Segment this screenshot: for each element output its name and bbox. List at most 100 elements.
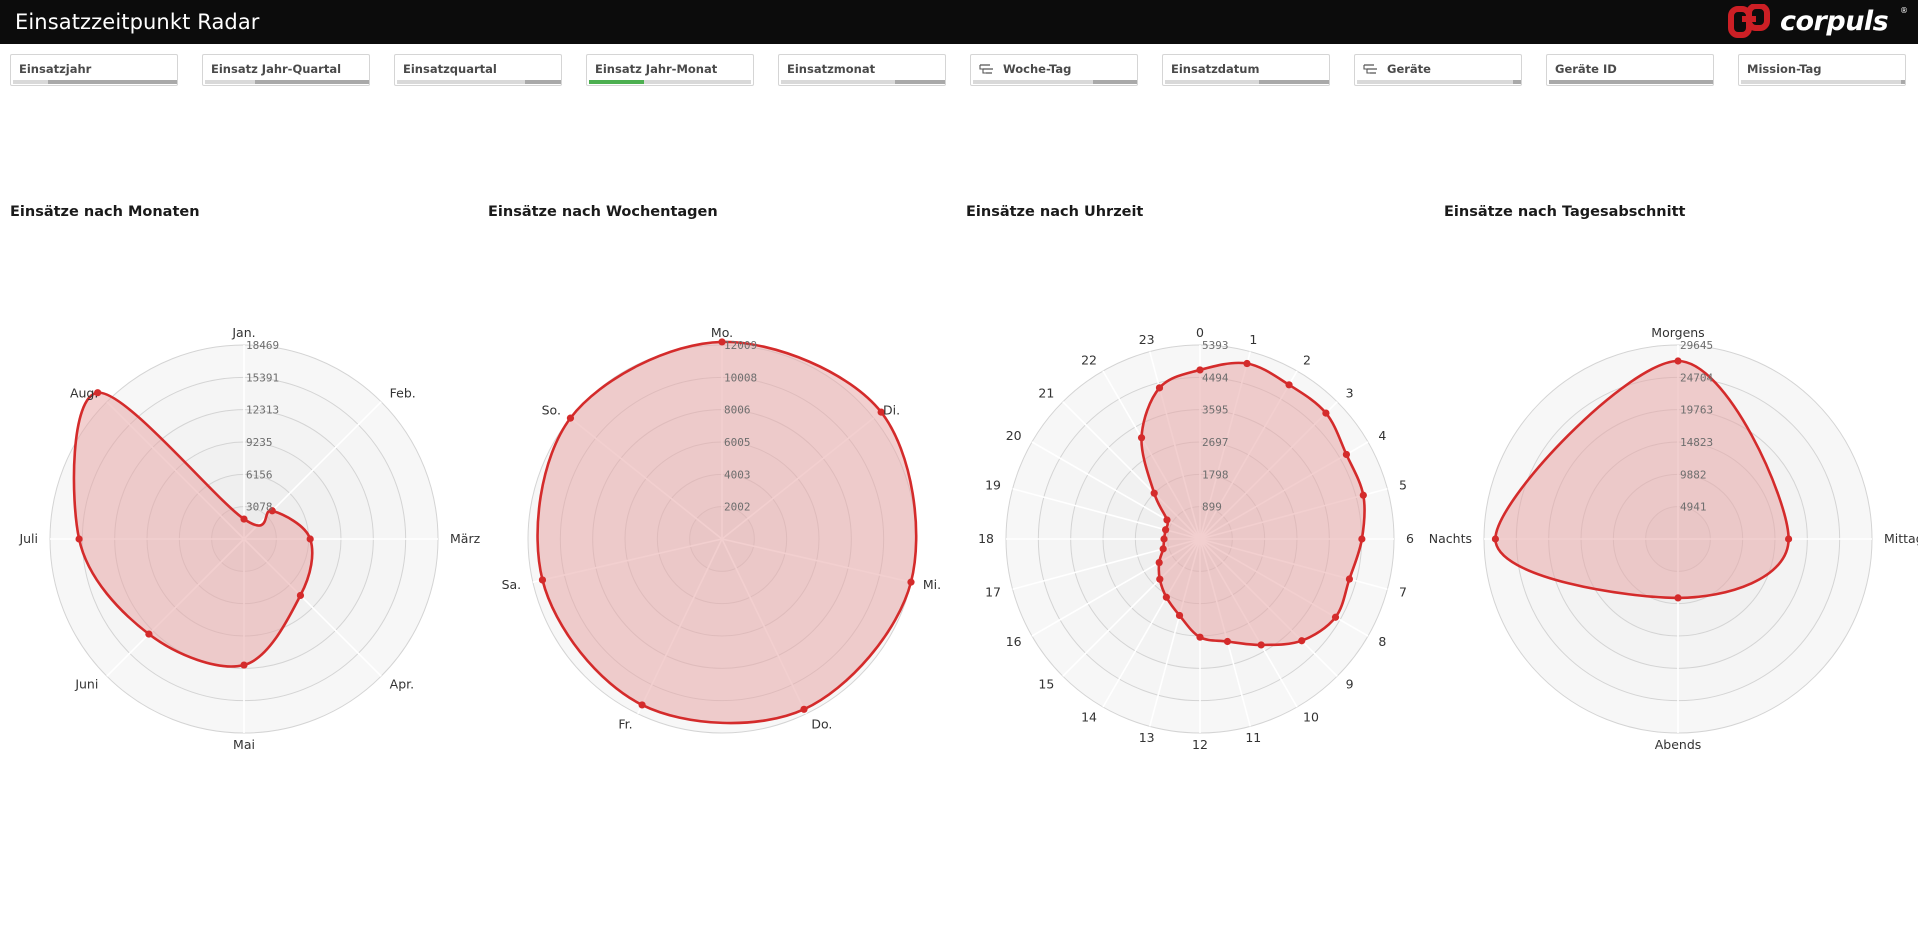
tick-label: 4494 [1202, 371, 1229, 384]
data-point [296, 591, 305, 600]
data-point [1331, 613, 1340, 621]
data-point [538, 576, 547, 584]
tick-label: 9882 [1680, 468, 1707, 481]
tick-label: 24704 [1680, 371, 1713, 384]
data-point [800, 705, 808, 713]
radar-chart-tagesabschnitt[interactable]: 4941 9882 14823 19763 24704 29645 Morgens Mitta… [1429, 195, 1918, 795]
filter-label: Einsatz Jahr-Quartal [211, 62, 342, 76]
filter-einsatzjahr[interactable]: Einsatzjahr [10, 54, 178, 86]
axis-label: 16 [1006, 634, 1022, 649]
data-point [240, 515, 248, 523]
chart-title-wochentage: Einsätze nach Wochentagen [488, 204, 718, 220]
tick-label: 14823 [1680, 436, 1713, 449]
chart-title-tagesabschnitt: Einsätze nach Tagesabschnitt [1444, 204, 1686, 220]
filter-bar-fill [255, 80, 369, 84]
radar-chart-uhrzeit-svg: 899179826973595449453930 1234567891011121… [978, 325, 1414, 752]
axis-label: Juli [18, 531, 38, 546]
filter-bar-fill [1093, 80, 1137, 84]
axis-label: 12 [1192, 737, 1208, 752]
tick-label: 2697 [1202, 436, 1229, 449]
axis-label: März [450, 531, 481, 546]
data-point [1784, 535, 1793, 543]
filter-label: Einsatzdatum [1171, 62, 1260, 76]
tick-label: 8006 [724, 404, 751, 417]
axis-label: 13 [1139, 730, 1155, 745]
axis-label: 5 [1399, 478, 1407, 493]
data-point [1159, 545, 1167, 553]
data-point [1160, 535, 1168, 543]
data-point [1298, 637, 1306, 645]
filter-einsatzquartal[interactable]: Einsatzquartal [394, 54, 562, 86]
filter-geraete[interactable]: Geräte [1354, 54, 1522, 86]
axis-label: 8 [1378, 634, 1386, 649]
data-point [907, 578, 915, 586]
filter-bar-track [973, 80, 1137, 84]
filter-einsatzmonat[interactable]: Einsatzmonat [778, 54, 946, 86]
filter-bar-fill [1901, 80, 1905, 84]
filter-bar-track [1549, 80, 1713, 84]
data-point [1359, 491, 1367, 499]
tick-label: 6005 [724, 436, 751, 449]
axis-label: Do. [811, 717, 832, 732]
filter-bar-fill [525, 80, 561, 84]
filter-geraete-id[interactable]: Geräte ID [1546, 54, 1714, 86]
axis-label: Mo. [711, 325, 733, 340]
data-point [1223, 637, 1232, 646]
axis-label: So. [542, 403, 561, 418]
filter-einsatzdatum[interactable]: Einsatzdatum [1162, 54, 1330, 86]
axis-label: Nachts [1429, 531, 1472, 546]
axis-label: 14 [1081, 709, 1097, 724]
axis-label: Sa. [502, 577, 522, 592]
filter-bar-track [1741, 80, 1905, 84]
axis-label: Mi. [923, 577, 941, 592]
data-point [1155, 558, 1163, 567]
axis-label: Juni [74, 677, 98, 692]
axis-label: 2 [1303, 353, 1311, 368]
data-point [566, 414, 575, 422]
data-point [240, 661, 248, 669]
tick-label: 4003 [724, 468, 751, 481]
axis-label: Feb. [390, 385, 416, 400]
filter-bar-track [589, 80, 751, 84]
app-title: Einsatzzeitpunkt Radar [15, 10, 260, 34]
radar-chart-wochentage[interactable]: 2002 4003 6005 8006 10008 12009 Mo. Di. Mi. Do. Fr… [478, 195, 948, 795]
radar-chart-monate[interactable]: 3078 6156 9235 12313 15391 18469 Jan. Feb. März A… [0, 195, 481, 795]
filter-bar-track [781, 80, 945, 84]
filter-mission-tag[interactable]: Mission-Tag [1738, 54, 1906, 86]
axis-label: 15 [1038, 677, 1054, 692]
axis-label: 9 [1346, 677, 1354, 692]
filter-bar-fill [48, 80, 177, 84]
filter-bar-track [13, 80, 177, 84]
axis-label: Jan. [231, 325, 255, 340]
tick-label: 9235 [246, 436, 273, 449]
data-point [1162, 593, 1170, 601]
tick-label: 3078 [246, 501, 273, 514]
axis-label: Mai [233, 737, 255, 752]
data-point [1155, 384, 1164, 392]
data-point [145, 630, 153, 638]
axis-label: Apr. [390, 677, 414, 692]
radar-chart-monate-svg: 3078 6156 9235 12313 15391 18469Jan. Feb. März A… [18, 325, 480, 752]
tick-label: 18469 [246, 339, 279, 352]
logo-registered-mark: ® [1900, 6, 1908, 15]
tick-label: 2002 [724, 501, 751, 514]
tick-label: 15391 [246, 371, 279, 384]
data-point [1285, 381, 1293, 389]
filter-bar-track [397, 80, 561, 84]
data-point [1163, 516, 1171, 524]
radar-chart-uhrzeit[interactable]: 899 1798 2697 3595 4494 5393 0 1 2 3 4 5 6 7 8 9 10 11 12 1… [956, 195, 1426, 795]
filter-label: Woche-Tag [1003, 62, 1072, 76]
corpuls-logo-icon [1728, 3, 1770, 38]
axis-label: 23 [1139, 332, 1155, 347]
filter-woche-tag[interactable]: Woche-Tag [970, 54, 1138, 86]
filter-einsatz-jahr-monat[interactable]: Einsatz Jahr-Monat [586, 54, 754, 86]
axis-label: Di. [883, 403, 900, 418]
filter-einsatz-jahr-quartal[interactable]: Einsatz Jahr-Quartal [202, 54, 370, 86]
filter-label: Geräte ID [1555, 62, 1617, 76]
axis-label: 6 [1406, 531, 1414, 546]
data-point [75, 535, 83, 543]
tick-label: 10008 [724, 371, 757, 384]
data-point [1196, 633, 1204, 641]
drill-down-icon [979, 64, 993, 74]
axis-label: 11 [1245, 730, 1261, 745]
